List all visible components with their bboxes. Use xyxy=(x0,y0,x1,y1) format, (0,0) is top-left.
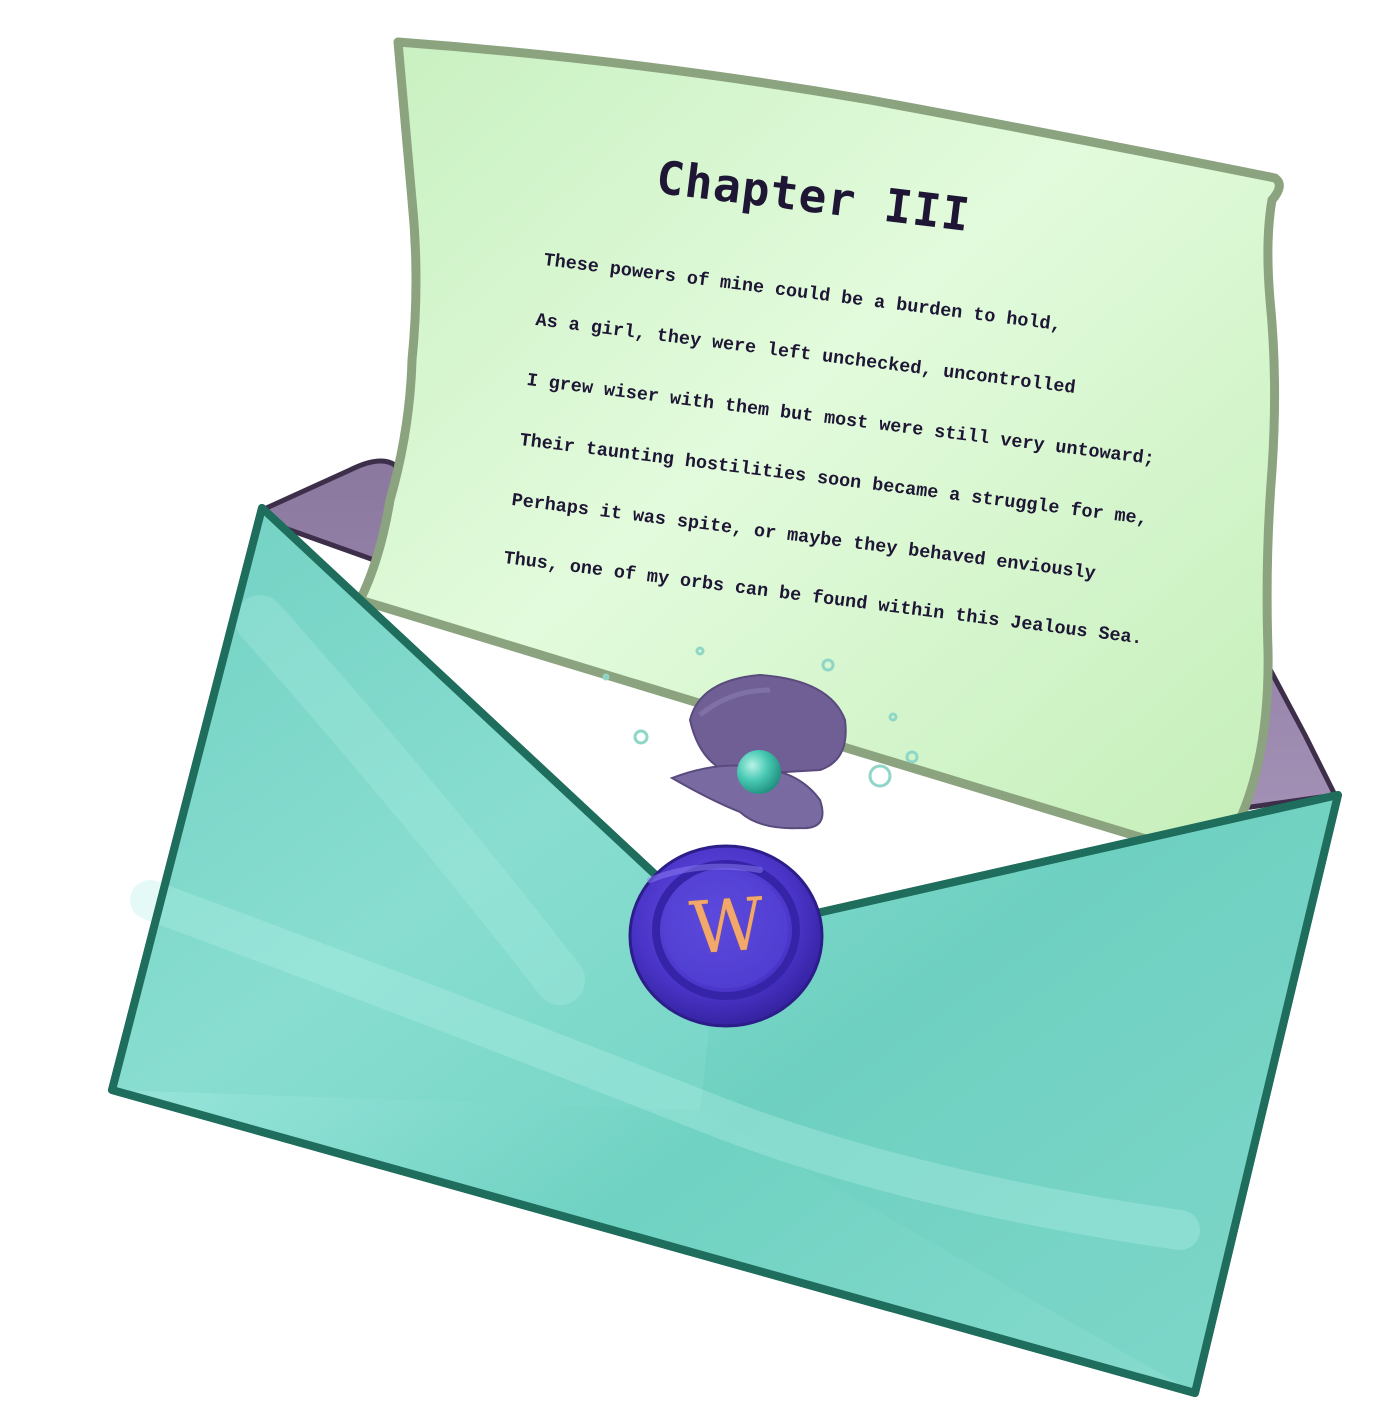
pearl-icon xyxy=(737,750,781,794)
envelope-illustration xyxy=(108,37,1342,1397)
wax-seal-icon xyxy=(628,844,824,1028)
